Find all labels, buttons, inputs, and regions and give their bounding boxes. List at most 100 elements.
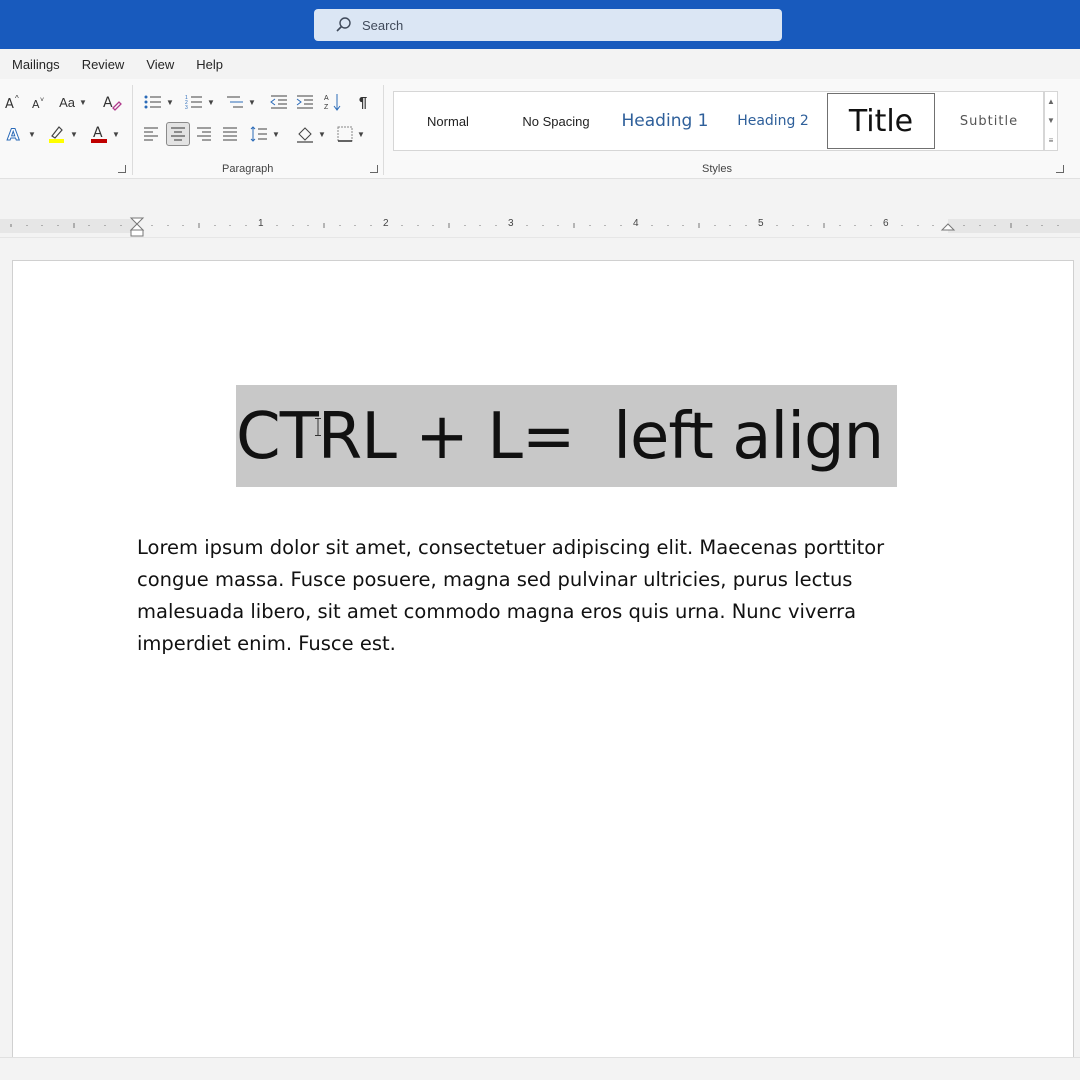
more-styles-icon[interactable]: ≡ [1049,136,1054,145]
multilevel-list-button[interactable]: ▼ [224,91,258,113]
paint-bucket-icon [297,127,314,143]
numbering-icon: 123 [185,95,203,110]
svg-text:Z: Z [324,104,329,111]
show-formatting-button[interactable]: ¶ [352,91,374,113]
chevron-down-icon: ▼ [28,129,36,139]
borders-button[interactable]: ▼ [334,123,368,145]
paragraph-dialog-launcher-icon[interactable] [370,165,378,173]
shrink-font-icon: A ˅ [32,97,44,110]
ruler-number: 2 [383,218,389,229]
svg-text:A: A [5,97,14,110]
styles-gallery-scroll[interactable]: ▲ ▼ ≡ [1044,91,1058,151]
svg-text:A: A [93,125,103,141]
style-subtitle[interactable]: Subtitle [936,92,1042,150]
increase-indent-icon [296,95,313,109]
sort-icon: AZ [324,94,341,111]
svg-text:˅: ˅ [40,97,44,104]
ribbon: A ^ A ˅ Aa ▼ A A ▼ ▼ A ▼ ▼ 1 2 3 ▼ ▼ AZ ¶ [0,79,1080,179]
tab-view[interactable]: View [146,57,174,72]
paragraph-group-label: Paragraph [222,163,274,175]
chevron-down-icon: ▼ [318,129,326,139]
search-box[interactable]: Search [314,9,782,41]
decrease-indent-button[interactable] [268,91,290,113]
clear-formatting-button[interactable]: A [102,91,122,113]
search-placeholder: Search [362,17,404,33]
chevron-down-icon: ▼ [166,97,174,107]
text-effects-button[interactable]: A ▼ [4,123,38,145]
grow-font-icon: A ^ [5,94,19,110]
shrink-font-button[interactable]: A ˅ [30,91,48,113]
chevron-down-icon[interactable]: ▼ [1047,116,1055,125]
numbering-button[interactable]: 1 2 3 ▼ [183,91,217,113]
styles-group-label: Styles [702,163,732,175]
search-icon [336,17,351,32]
line-spacing-icon [250,126,268,142]
svg-text:3: 3 [185,105,188,110]
change-case-label: Aa [59,94,75,110]
grow-font-button[interactable]: A ^ [4,91,22,113]
chevron-down-icon: ▼ [207,97,215,107]
document-title[interactable]: CTRL + L= left align [236,392,897,482]
ruler-number: 3 [508,218,514,229]
align-left-button[interactable] [140,123,162,145]
style-normal[interactable]: Normal [395,92,501,150]
text-cursor-icon [315,418,321,436]
align-right-button[interactable] [193,123,215,145]
justify-button[interactable] [219,123,241,145]
shading-button[interactable]: ▼ [294,123,328,145]
multilevel-list-icon [227,96,244,108]
style-title[interactable]: Title [827,93,935,149]
sort-button[interactable]: AZ [322,91,344,113]
ribbon-spacer [0,180,1080,214]
tab-review[interactable]: Review [82,57,125,72]
svg-text:A: A [7,125,20,143]
group-divider [383,85,384,175]
align-left-icon [144,127,158,141]
document-body-paragraph[interactable]: Lorem ipsum dolor sit amet, consectetuer… [137,532,917,660]
ruler-number: 6 [883,218,889,229]
borders-icon [337,126,353,142]
line-spacing-button[interactable]: ▼ [248,123,282,145]
clear-formatting-icon: A [103,95,122,111]
style-no-spacing[interactable]: No Spacing [502,92,610,150]
svg-text:A: A [324,95,329,102]
styles-dialog-launcher-icon[interactable] [1056,165,1064,173]
chevron-down-icon: ▼ [248,97,256,107]
highlighter-icon [49,126,65,143]
font-color-icon: A [91,125,108,143]
style-heading-1[interactable]: Heading 1 [611,92,719,150]
style-heading-2[interactable]: Heading 2 [720,92,826,150]
chevron-down-icon: ▼ [112,129,120,139]
svg-text:A: A [103,95,113,111]
svg-text:A: A [32,98,40,110]
svg-text:^: ^ [15,94,19,103]
styles-gallery: Normal No Spacing Heading 1 Heading 2 Ti… [393,91,1044,151]
chevron-down-icon: ▼ [70,129,78,139]
group-divider [132,85,133,175]
ruler-number: 1 [258,218,264,229]
ruler-number: 4 [633,218,639,229]
status-bar [0,1057,1080,1080]
change-case-button[interactable]: Aa ▼ [58,91,88,113]
align-right-icon [197,127,211,141]
text-effects-icon: A [7,125,21,143]
pilcrow-icon: ¶ [358,93,368,111]
document-page[interactable] [12,260,1074,1080]
ribbon-tabs: Mailings Review View Help [0,49,1080,79]
justify-icon [223,127,237,141]
tab-mailings[interactable]: Mailings [12,57,60,72]
chevron-up-icon[interactable]: ▲ [1047,97,1055,106]
title-bar: Search [0,0,1080,49]
font-color-button[interactable]: A ▼ [88,123,122,145]
font-dialog-launcher-icon[interactable] [118,165,126,173]
increase-indent-button[interactable] [294,91,316,113]
horizontal-ruler[interactable]: 1 2 3 4 5 6 [0,214,1080,238]
bullets-icon [144,95,162,109]
align-center-button[interactable] [166,122,190,146]
tab-help[interactable]: Help [196,57,223,72]
decrease-indent-icon [270,95,287,109]
ruler-number: 5 [758,218,764,229]
chevron-down-icon: ▼ [272,129,280,139]
highlight-color-button[interactable]: ▼ [46,123,80,145]
bullets-button[interactable]: ▼ [142,91,176,113]
